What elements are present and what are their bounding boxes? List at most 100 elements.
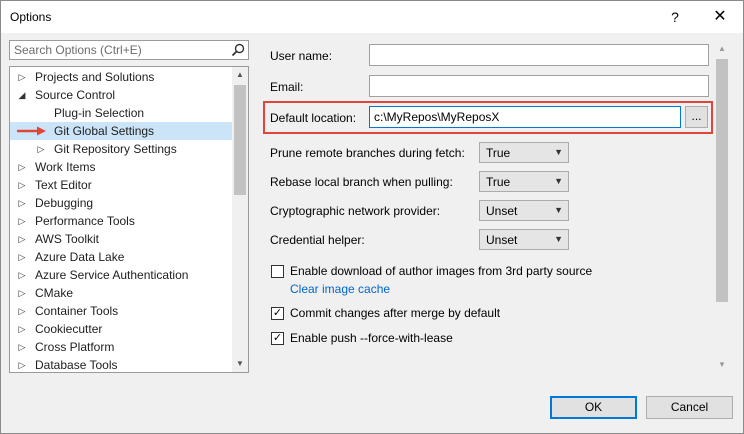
rebase-dropdown[interactable]: True ▼ <box>479 171 569 192</box>
credential-value: Unset <box>486 233 518 247</box>
title-bar: Options ? ✕ <box>1 1 743 33</box>
tree-item-plug-in-selection[interactable]: Plug-in Selection <box>10 104 232 122</box>
chevron-down-icon: ▼ <box>554 176 563 186</box>
prune-label: Prune remote branches during fetch: <box>270 146 465 160</box>
ok-button[interactable]: OK <box>550 396 637 419</box>
expand-icon[interactable]: ▷ <box>17 338 27 356</box>
tree-item-label: CMake <box>35 286 74 300</box>
cancel-button[interactable]: Cancel <box>646 396 733 419</box>
tree-item-label: Database Tools <box>35 358 118 372</box>
expand-icon[interactable]: ▷ <box>17 266 27 284</box>
collapse-icon[interactable]: ◢ <box>17 86 27 104</box>
tree-item-label: Debugging <box>35 196 94 210</box>
crypto-value: Unset <box>486 204 518 218</box>
search-icon <box>231 43 245 57</box>
tree-item-label: AWS Toolkit <box>35 232 100 246</box>
expand-icon[interactable]: ▷ <box>17 320 27 338</box>
tree-scrollbar[interactable]: ▲ ▼ <box>232 67 248 372</box>
user-name-label: User name: <box>270 49 333 63</box>
tree-item-label: Container Tools <box>35 304 119 318</box>
scroll-down-icon[interactable]: ▼ <box>232 356 248 372</box>
author-images-checkbox[interactable] <box>271 265 284 278</box>
help-button[interactable]: ? <box>663 5 687 29</box>
clear-image-cache-link[interactable]: Clear image cache <box>290 282 390 296</box>
tree-item-label: Performance Tools <box>35 214 135 228</box>
tree-item-label: Git Global Settings <box>54 124 155 138</box>
prune-value: True <box>486 146 511 160</box>
browse-button[interactable]: ... <box>685 106 708 128</box>
tree-item-debugging[interactable]: ▷ Debugging <box>10 194 232 212</box>
expand-icon[interactable]: ▷ <box>17 158 27 176</box>
email-label: Email: <box>270 80 304 94</box>
tree-item-azure-data-lake[interactable]: ▷ Azure Data Lake <box>10 248 232 266</box>
push-force-label: Enable push --force-with-lease <box>290 331 453 345</box>
expand-icon[interactable]: ▷ <box>17 248 27 266</box>
tree-item-label: Source Control <box>35 88 116 102</box>
commit-after-merge-checkbox[interactable]: ✓ <box>271 307 284 320</box>
tree-item-git-repository-settings[interactable]: ▷ Git Repository Settings <box>10 140 232 158</box>
rebase-value: True <box>486 175 511 189</box>
tree-item-performance-tools[interactable]: ▷ Performance Tools <box>10 212 232 230</box>
crypto-dropdown[interactable]: Unset ▼ <box>479 200 569 221</box>
tree-item-cookiecutter[interactable]: ▷ Cookiecutter <box>10 320 232 338</box>
tree-item-source-control[interactable]: ◢ Source Control <box>10 86 232 104</box>
crypto-label: Cryptographic network provider: <box>270 204 441 218</box>
tree-item-label: Work Items <box>35 160 96 174</box>
tree-item-work-items[interactable]: ▷ Work Items <box>10 158 232 176</box>
user-name-field[interactable] <box>369 44 709 66</box>
expand-icon[interactable]: ▷ <box>17 284 27 302</box>
scroll-up-icon[interactable]: ▲ <box>232 67 248 83</box>
tree-item-label: Cross Platform <box>35 340 115 354</box>
scroll-down-icon[interactable]: ▼ <box>714 357 730 373</box>
tree-item-label: Azure Service Authentication <box>35 268 189 282</box>
tree-item-label: Projects and Solutions <box>35 70 155 84</box>
options-tree: ▷ Projects and Solutions ◢ Source Contro… <box>9 66 249 373</box>
expand-icon[interactable]: ▷ <box>17 68 27 86</box>
default-location-label: Default location: <box>270 111 357 125</box>
tree-item-database-tools[interactable]: ▷ Database Tools <box>10 356 232 372</box>
tree-item-cmake[interactable]: ▷ CMake <box>10 284 232 302</box>
scroll-thumb[interactable] <box>234 85 246 195</box>
expand-icon[interactable]: ▷ <box>17 230 27 248</box>
expand-icon[interactable]: ▷ <box>17 302 27 320</box>
default-location-input[interactable] <box>370 107 680 127</box>
tree-item-text-editor[interactable]: ▷ Text Editor <box>10 176 232 194</box>
tree-item-label: Azure Data Lake <box>35 250 125 264</box>
push-force-checkbox[interactable]: ✓ <box>271 332 284 345</box>
prune-dropdown[interactable]: True ▼ <box>479 142 569 163</box>
tree-item-azure-service-authentication[interactable]: ▷ Azure Service Authentication <box>10 266 232 284</box>
expand-icon[interactable]: ▷ <box>17 194 27 212</box>
scroll-up-icon[interactable]: ▲ <box>714 41 730 57</box>
expand-icon[interactable]: ▷ <box>17 356 27 372</box>
close-button[interactable]: ✕ <box>708 5 732 29</box>
author-images-label: Enable download of author images from 3r… <box>290 264 593 278</box>
chevron-down-icon: ▼ <box>554 234 563 244</box>
email-input[interactable] <box>370 76 708 96</box>
tree-item-label: Text Editor <box>35 178 92 192</box>
tree-item-label: Cookiecutter <box>35 322 103 336</box>
chevron-down-icon: ▼ <box>554 205 563 215</box>
search-box[interactable] <box>9 40 249 60</box>
expand-icon[interactable]: ▷ <box>36 140 46 158</box>
tree-item-aws-toolkit[interactable]: ▷ AWS Toolkit <box>10 230 232 248</box>
credential-label: Credential helper: <box>270 233 365 247</box>
options-dialog: Options ? ✕ ▷ Projects and Solutions ◢ S… <box>0 0 744 434</box>
settings-scrollbar[interactable]: ▲ ▼ <box>714 41 730 373</box>
rebase-label: Rebase local branch when pulling: <box>270 175 453 189</box>
commit-after-merge-label: Commit changes after merge by default <box>290 306 501 320</box>
search-input[interactable] <box>10 41 236 59</box>
scroll-thumb[interactable] <box>716 59 728 302</box>
tree-item-cross-platform[interactable]: ▷ Cross Platform <box>10 338 232 356</box>
email-field[interactable] <box>369 75 709 97</box>
pointer-arrow-icon <box>17 126 46 136</box>
user-name-input[interactable] <box>370 45 708 65</box>
tree-item-label: Git Repository Settings <box>54 142 177 156</box>
tree-item-container-tools[interactable]: ▷ Container Tools <box>10 302 232 320</box>
expand-icon[interactable]: ▷ <box>17 176 27 194</box>
default-location-field[interactable] <box>369 106 681 128</box>
expand-icon[interactable]: ▷ <box>17 212 27 230</box>
window-title: Options <box>10 10 52 24</box>
tree-item-projects-and-solutions[interactable]: ▷ Projects and Solutions <box>10 68 232 86</box>
chevron-down-icon: ▼ <box>554 147 563 157</box>
credential-dropdown[interactable]: Unset ▼ <box>479 229 569 250</box>
